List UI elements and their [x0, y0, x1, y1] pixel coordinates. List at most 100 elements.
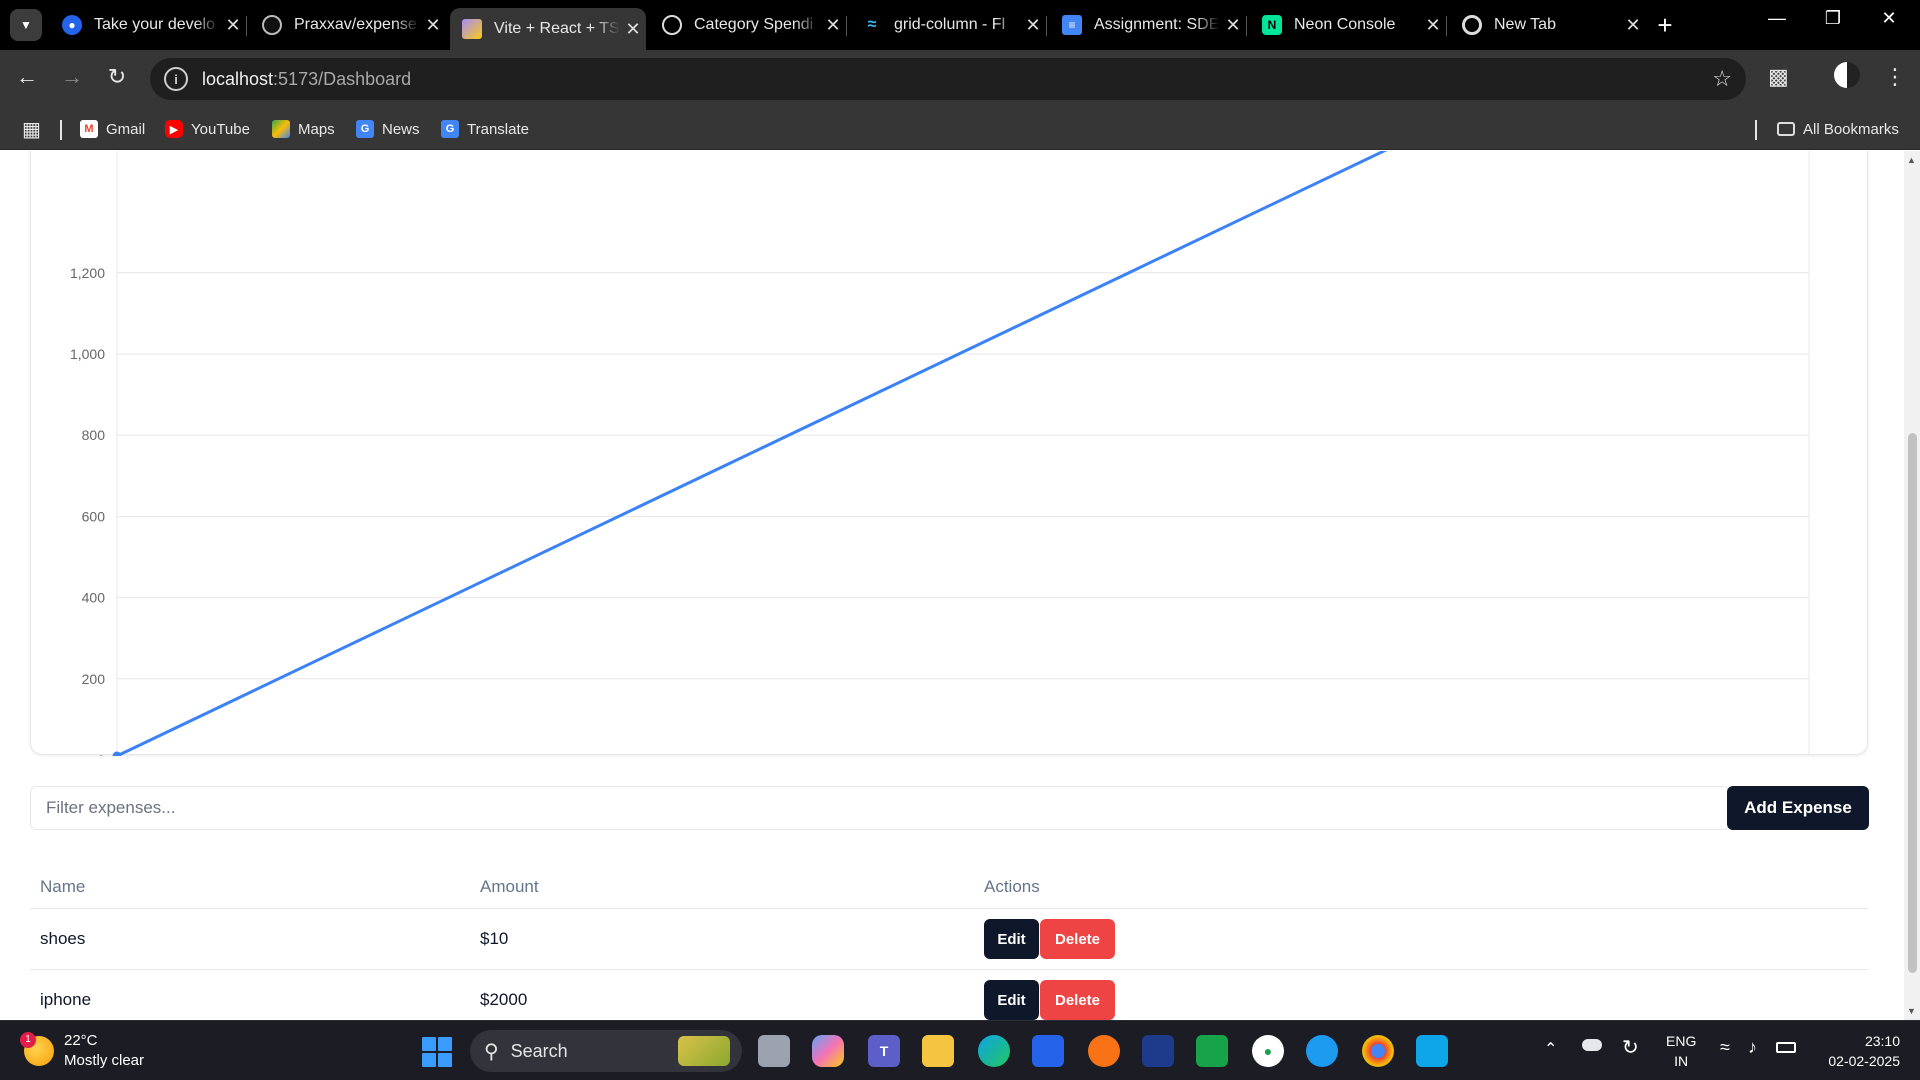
close-icon[interactable]: ✕ — [1020, 15, 1046, 36]
taskbar: 1 22°C Mostly clear ⚲ Search T ● ⌃ ↻ ENG… — [0, 1020, 1920, 1080]
scrollbar-thumb[interactable] — [1908, 433, 1917, 973]
arrow-left-icon: ← — [16, 64, 38, 89]
scroll-down-icon[interactable]: ▼ — [1907, 1006, 1916, 1016]
weather-widget[interactable]: 1 22°C Mostly clear — [20, 1031, 145, 1071]
chart-card: 02004006008001,0001,200shoesiphone — [30, 151, 1868, 756]
bookmark-gmail[interactable]: M Gmail — [80, 116, 145, 142]
new-tab-button[interactable]: + — [1650, 10, 1680, 41]
edit-button[interactable]: Edit — [984, 919, 1039, 959]
close-icon[interactable]: ✕ — [1620, 15, 1646, 36]
filter-input[interactable] — [30, 786, 1730, 830]
page-viewport: 0 200 400 600 800 1,000 1,200 shoes iphone Add E… — [0, 151, 1920, 1020]
docker-icon[interactable] — [1306, 1035, 1338, 1067]
url-text[interactable]: localhost:5173/Dashboard — [202, 69, 411, 90]
y-tick-label: 600 — [82, 508, 106, 524]
tailwind-icon: ≈ — [867, 16, 877, 33]
tab-7[interactable]: New Tab ✕ — [1450, 8, 1646, 42]
forward-button[interactable]: → — [57, 64, 87, 90]
azure-data-studio-icon[interactable] — [1142, 1035, 1174, 1067]
y-tick-label: 0 — [97, 752, 105, 756]
start-button[interactable] — [422, 1037, 452, 1067]
site-info-icon[interactable]: i — [164, 67, 188, 91]
restore-button[interactable]: ❐ — [1810, 8, 1856, 29]
add-expense-button[interactable]: Add Expense — [1727, 786, 1869, 830]
battery-icon[interactable] — [1776, 1042, 1796, 1053]
notification-badge: 1 — [20, 1032, 36, 1048]
arrow-right-icon: → — [61, 64, 83, 89]
store-icon[interactable] — [1032, 1035, 1064, 1067]
page-scrollbar[interactable]: ▲ ▼ — [1904, 151, 1920, 1020]
windows-icon — [422, 1037, 436, 1051]
bookmarks-bar: ▦ M Gmail ▶ YouTube Maps G News G Transl… — [0, 108, 1920, 150]
volume-icon[interactable]: ♪ — [1748, 1037, 1757, 1058]
close-icon[interactable]: ✕ — [1220, 15, 1246, 36]
tab-4[interactable]: ≈ grid-column - Fl ✕ — [850, 8, 1046, 42]
delete-button[interactable]: Delete — [1040, 919, 1115, 959]
expenses-table: Name Amount Actions shoes $10 Edit Delet… — [30, 867, 1868, 1020]
tab-6[interactable]: N Neon Console ✕ — [1250, 8, 1446, 42]
delete-button[interactable]: Delete — [1040, 980, 1115, 1020]
close-icon[interactable]: ✕ — [1420, 15, 1446, 36]
tab-2[interactable]: Vite + React + TS ✕ — [450, 8, 646, 50]
edge-icon[interactable] — [978, 1035, 1010, 1067]
sync-icon[interactable]: ↻ — [1622, 1035, 1639, 1060]
expense-amount: $2000 — [480, 990, 528, 1009]
close-icon[interactable]: ✕ — [420, 15, 446, 36]
wifi-icon[interactable]: ≈ — [1720, 1037, 1730, 1058]
bookmark-maps[interactable]: Maps — [272, 116, 335, 142]
extensions-icon[interactable]: ▩ — [1768, 64, 1789, 90]
taskbar-search[interactable]: ⚲ Search — [470, 1030, 742, 1072]
openai-icon — [662, 15, 682, 35]
apps-grid-icon[interactable]: ▦ — [22, 116, 41, 142]
copilot-icon[interactable] — [812, 1035, 844, 1067]
mongodb-compass-icon[interactable]: ● — [1252, 1035, 1284, 1067]
excel-icon[interactable] — [1196, 1035, 1228, 1067]
line-chart: 02004006008001,0001,200shoesiphone — [70, 151, 1810, 756]
profile-avatar[interactable] — [1834, 62, 1860, 88]
y-tick-label: 800 — [82, 427, 106, 443]
scroll-up-icon[interactable]: ▲ — [1907, 155, 1916, 165]
close-icon[interactable]: ✕ — [620, 19, 646, 40]
tab-search-button[interactable]: ▼ — [10, 9, 42, 41]
y-tick-label: 400 — [82, 590, 106, 606]
file-explorer-icon[interactable] — [922, 1035, 954, 1067]
edit-button[interactable]: Edit — [984, 980, 1039, 1020]
restore-icon: ❐ — [1824, 8, 1842, 28]
close-icon[interactable]: ✕ — [220, 15, 246, 36]
bookmark-news[interactable]: G News — [356, 116, 420, 142]
tab-3[interactable]: Category Spendi ✕ — [650, 8, 846, 42]
vscode-icon[interactable] — [1416, 1035, 1448, 1067]
weather-icon: 1 — [20, 1032, 54, 1066]
teams-icon[interactable]: T — [868, 1035, 900, 1067]
reload-button[interactable]: ↻ — [102, 64, 132, 90]
bookmark-youtube[interactable]: ▶ YouTube — [165, 116, 250, 142]
all-bookmarks[interactable]: All Bookmarks — [1777, 116, 1899, 142]
maps-icon — [272, 120, 290, 138]
back-button[interactable]: ← — [12, 64, 42, 90]
tab-1[interactable]: Praxxav/expense ✕ — [250, 8, 446, 42]
clock[interactable]: 23:10 02-02-2025 — [1816, 1031, 1900, 1071]
language-indicator[interactable]: ENG IN — [1666, 1031, 1696, 1071]
data-point — [112, 751, 122, 756]
close-icon[interactable]: ✕ — [820, 15, 846, 36]
browser-toolbar: ← → ↻ i localhost:5173/Dashboard ☆ ▩ ⋮ — [0, 50, 1920, 108]
chevron-up-icon[interactable]: ⌃ — [1544, 1039, 1557, 1059]
close-window-button[interactable]: ✕ — [1866, 8, 1912, 29]
series-line — [116, 151, 1388, 756]
reload-icon: ↻ — [107, 64, 127, 89]
folder-icon — [1777, 122, 1795, 136]
bookmark-translate[interactable]: G Translate — [441, 116, 529, 142]
bookmark-star-icon[interactable]: ☆ — [1712, 66, 1732, 92]
y-tick-label: 200 — [82, 671, 106, 687]
more-menu-icon[interactable]: ⋮ — [1884, 64, 1906, 90]
task-view-icon[interactable] — [758, 1035, 790, 1067]
address-bar[interactable]: i localhost:5173/Dashboard ☆ — [150, 58, 1746, 100]
postman-icon[interactable] — [1088, 1035, 1120, 1067]
tab-0[interactable]: ● Take your develo ✕ — [50, 8, 246, 42]
chrome-taskbar-icon[interactable] — [1362, 1035, 1394, 1067]
minimize-button[interactable]: — — [1754, 8, 1800, 29]
weather-desc: Mostly clear — [64, 1052, 145, 1069]
tab-5[interactable]: ≡ Assignment: SDE ✕ — [1050, 8, 1246, 42]
onedrive-icon[interactable] — [1582, 1039, 1602, 1051]
column-header-name: Name — [40, 877, 86, 896]
